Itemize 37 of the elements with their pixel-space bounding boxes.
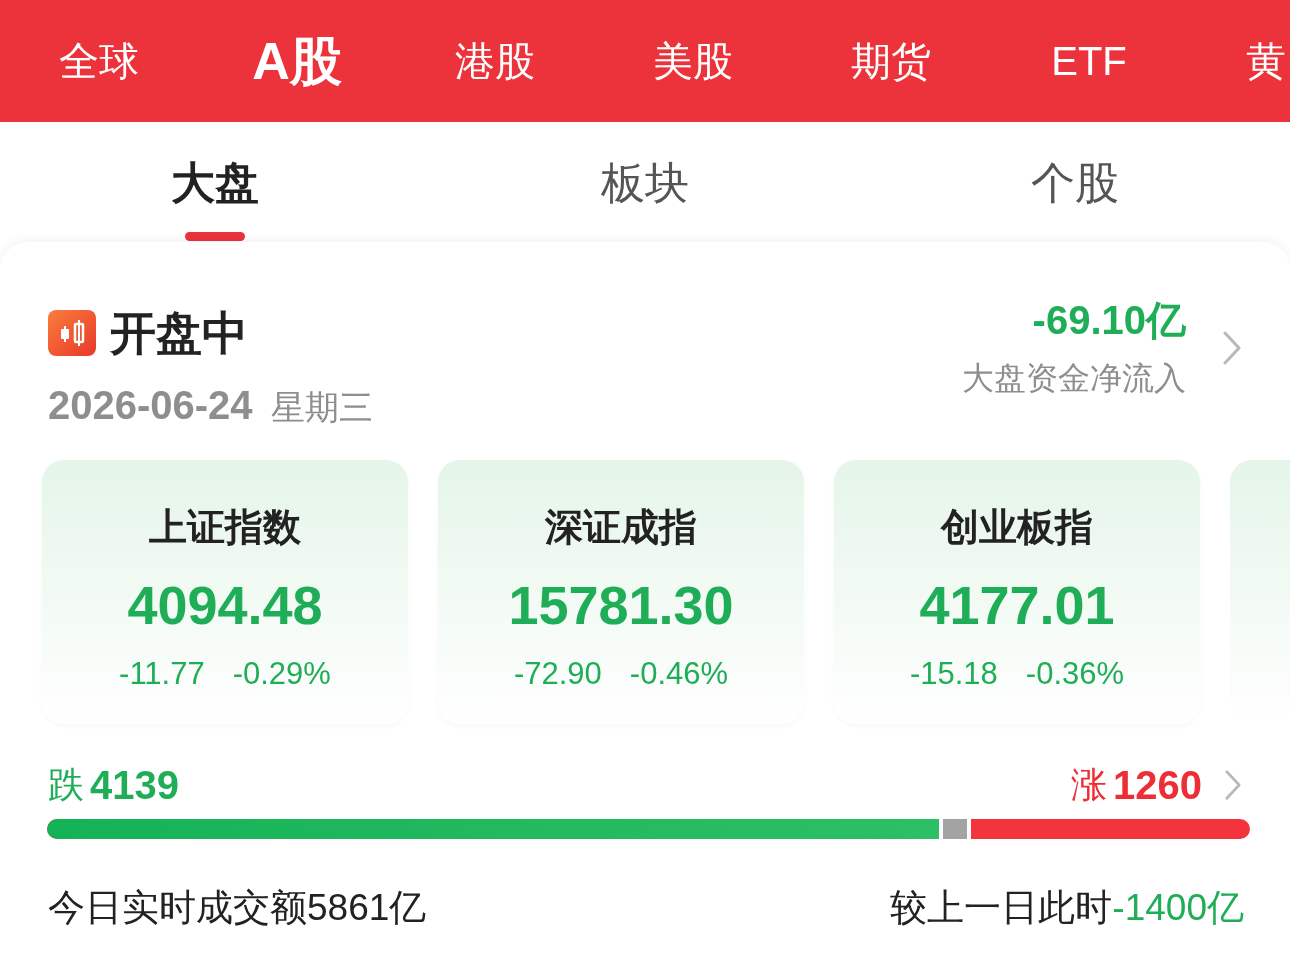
advance-count: 1260 [1113, 762, 1202, 809]
index-name: 深证成指 [545, 505, 697, 550]
candlestick-icon [48, 310, 96, 356]
market-tab[interactable]: 美股 [594, 37, 792, 85]
index-change-percent: -0.36% [1025, 655, 1125, 693]
index-change: -11.77 [119, 655, 205, 693]
sub-tab[interactable]: 个股 [1031, 158, 1119, 208]
index-value: 4177.01 [919, 574, 1115, 637]
index-name: 创业板指 [941, 505, 1093, 550]
market-tab[interactable]: 全球 [0, 37, 198, 85]
index-name: 上证指数 [149, 505, 301, 550]
index-value: 4094.48 [127, 574, 323, 637]
decline-count: 4139 [90, 762, 179, 809]
market-tab[interactable]: 港股 [396, 37, 594, 85]
fund-flow-value: -69.10亿 [1032, 297, 1186, 343]
index-change-percent: -0.29% [232, 655, 331, 693]
market-tab[interactable]: A股 [198, 31, 396, 91]
turnover-text: 今日实时成交额5861亿 [48, 886, 427, 930]
fund-flow-label: 大盘资金净流入 [962, 359, 1186, 398]
market-status: 开盘中 [110, 306, 248, 361]
index-value: 15781.30 [508, 574, 734, 637]
index-change: -15.18 [909, 655, 998, 693]
sub-tab[interactable]: 大盘 [171, 158, 259, 208]
decline-label: 跌 [48, 763, 84, 807]
market-tab[interactable]: ETF [990, 37, 1188, 85]
compare-value: -1400亿 [1112, 886, 1244, 930]
sub-tab[interactable]: 板块 [601, 158, 689, 208]
market-tab[interactable]: 黄 [1246, 37, 1286, 85]
index-change-percent: -0.46% [629, 655, 729, 693]
compare-label: 较上一日此时 [890, 886, 1113, 930]
weekday: 星期三 [270, 387, 373, 428]
market-tab[interactable]: 期货 [792, 37, 990, 85]
chevron-right-icon[interactable] [1222, 330, 1242, 365]
advance-label: 涨 [1071, 763, 1107, 807]
index-change: -72.90 [513, 655, 602, 693]
trade-date: 2026-06-24 [48, 382, 253, 428]
chevron-right-icon[interactable] [1224, 770, 1242, 800]
